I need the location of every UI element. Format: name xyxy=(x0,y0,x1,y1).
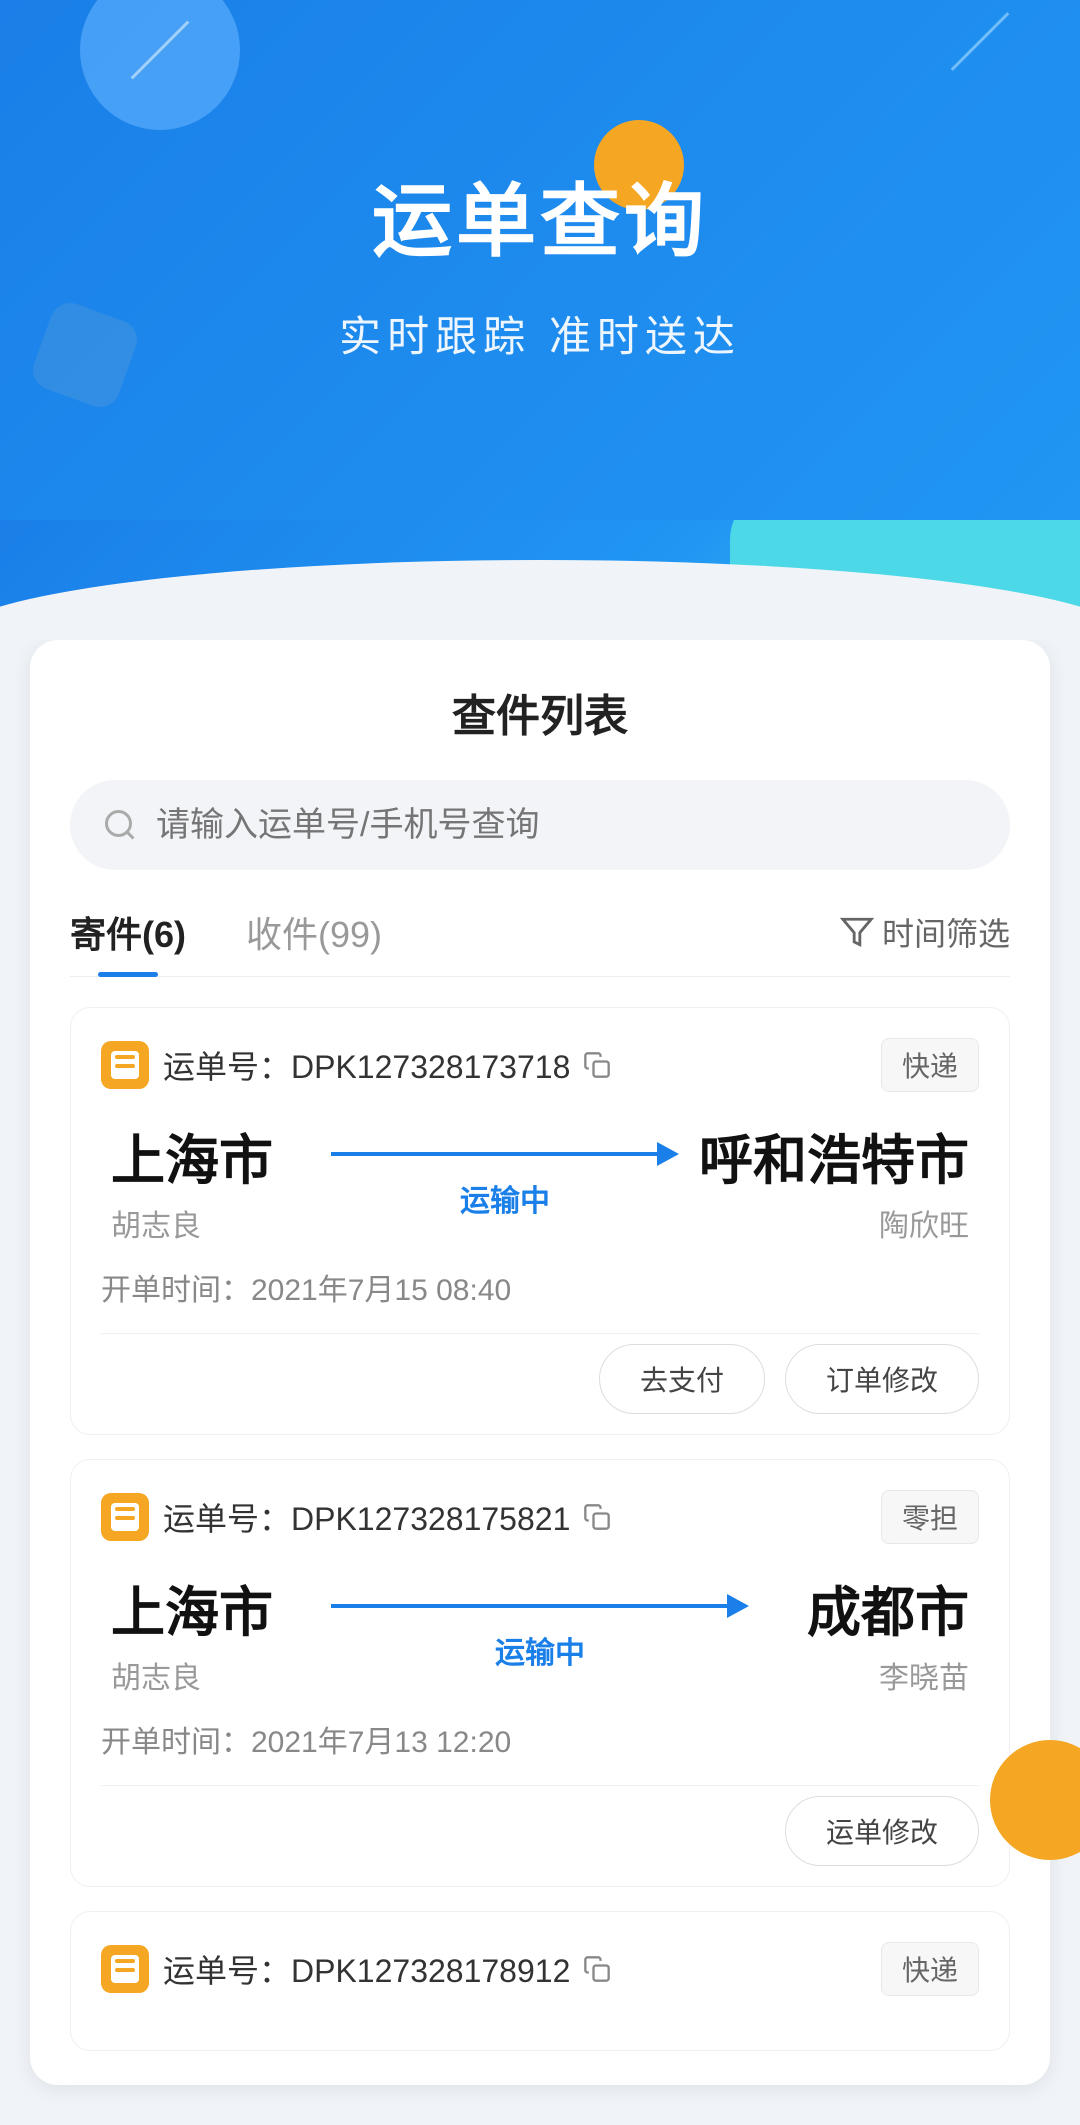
tab-filter[interactable]: 时间筛选 xyxy=(840,909,1010,973)
from-city-0: 上海市 胡志良 xyxy=(111,1116,311,1245)
copy-icon-2[interactable] xyxy=(580,1952,614,1986)
shipment-card-0: 运单号：DPK127328173718 快递 上海市 胡志良 xyxy=(70,1007,1010,1435)
route-arrow-0 xyxy=(331,1142,679,1166)
route-middle-0: 运输中 xyxy=(311,1142,699,1220)
arrow-line-1 xyxy=(331,1604,727,1608)
order-number-2: 运单号：DPK127328178912 xyxy=(163,1946,570,1992)
order-number-1: 运单号：DPK127328175821 xyxy=(163,1494,570,1540)
tabs-section: 寄件(6) 收件(99) 时间筛选 xyxy=(70,906,1010,977)
order-icon-2 xyxy=(101,1945,149,1993)
action-btn-0-1[interactable]: 订单修改 xyxy=(785,1344,979,1414)
to-city-name-0: 呼和浩特市 xyxy=(699,1116,969,1195)
wave-transition xyxy=(0,520,1080,640)
shipment-header-0: 运单号：DPK127328173718 快递 xyxy=(101,1038,979,1092)
deco-shape-left xyxy=(27,297,142,412)
arrow-line-0 xyxy=(331,1152,657,1156)
wave-teal xyxy=(730,520,1080,640)
search-icon xyxy=(100,805,140,845)
to-person-1: 李晓苗 xyxy=(769,1653,969,1697)
order-icon-0 xyxy=(101,1041,149,1089)
shipment-card-2: 运单号：DPK127328178912 快递 xyxy=(70,1911,1010,2051)
from-city-name-0: 上海市 xyxy=(111,1116,311,1195)
shipment-card-1: 运单号：DPK127328175821 零担 上海市 胡志良 xyxy=(70,1459,1010,1887)
from-city-1: 上海市 胡志良 xyxy=(111,1568,311,1697)
route-middle-1: 运输中 xyxy=(311,1594,769,1672)
route-arrow-1 xyxy=(331,1594,749,1618)
to-city-1: 成都市 李晓苗 xyxy=(769,1568,969,1697)
search-input[interactable] xyxy=(156,806,980,845)
type-badge-2: 快递 xyxy=(881,1942,979,1996)
search-bar[interactable] xyxy=(70,780,1010,870)
action-btn-0-0[interactable]: 去支付 xyxy=(599,1344,765,1414)
filter-label: 时间筛选 xyxy=(882,909,1010,955)
arrow-head-1 xyxy=(727,1594,749,1618)
copy-icon-1[interactable] xyxy=(580,1500,614,1534)
to-city-name-1: 成都市 xyxy=(769,1568,969,1647)
deco-line-top-right xyxy=(951,12,1010,71)
tab-sent[interactable]: 寄件(6) xyxy=(70,906,186,976)
card-list-container: 查件列表 寄件(6) 收件(99) 时间筛选 xyxy=(30,640,1050,2085)
shipment-header-2: 运单号：DPK127328178912 快递 xyxy=(101,1942,979,1996)
from-person-0: 胡志良 xyxy=(111,1201,311,1245)
hero-subtitle: 实时跟踪 准时送达 xyxy=(339,303,741,364)
tab-received[interactable]: 收件(99) xyxy=(246,906,382,976)
hero-section: 运单查询 实时跟踪 准时送达 xyxy=(0,0,1080,520)
type-badge-0: 快递 xyxy=(881,1038,979,1092)
card-actions-1: 运单修改 xyxy=(101,1785,979,1866)
order-icon-inner-1 xyxy=(111,1503,139,1531)
from-person-1: 胡志良 xyxy=(111,1653,311,1697)
shipment-date-0: 开单时间：2021年7月15 08:40 xyxy=(101,1265,979,1309)
shipment-header-1: 运单号：DPK127328175821 零担 xyxy=(101,1490,979,1544)
route-section-0: 上海市 胡志良 运输中 呼和浩特市 陶欣旺 xyxy=(101,1116,979,1245)
to-city-0: 呼和浩特市 陶欣旺 xyxy=(699,1116,969,1245)
card-list-title: 查件列表 xyxy=(70,680,1010,744)
card-actions-0: 去支付 订单修改 xyxy=(101,1333,979,1414)
from-city-name-1: 上海市 xyxy=(111,1568,311,1647)
type-badge-1: 零担 xyxy=(881,1490,979,1544)
action-btn-1-0[interactable]: 运单修改 xyxy=(785,1796,979,1866)
copy-icon-0[interactable] xyxy=(580,1048,614,1082)
to-person-0: 陶欣旺 xyxy=(699,1201,969,1245)
arrow-head-0 xyxy=(657,1142,679,1166)
order-icon-inner-0 xyxy=(111,1051,139,1079)
main-content: 查件列表 寄件(6) 收件(99) 时间筛选 xyxy=(0,640,1080,2125)
order-icon-inner-2 xyxy=(111,1955,139,1983)
route-status-0: 运输中 xyxy=(460,1176,550,1220)
order-icon-1 xyxy=(101,1493,149,1541)
shipment-date-1: 开单时间：2021年7月13 12:20 xyxy=(101,1717,979,1761)
deco-circle-top xyxy=(80,0,240,130)
order-number-0: 运单号：DPK127328173718 xyxy=(163,1042,570,1088)
hero-title: 运单查询 xyxy=(372,157,708,273)
route-status-1: 运输中 xyxy=(495,1628,585,1672)
route-section-1: 上海市 胡志良 运输中 成都市 李晓苗 xyxy=(101,1568,979,1697)
